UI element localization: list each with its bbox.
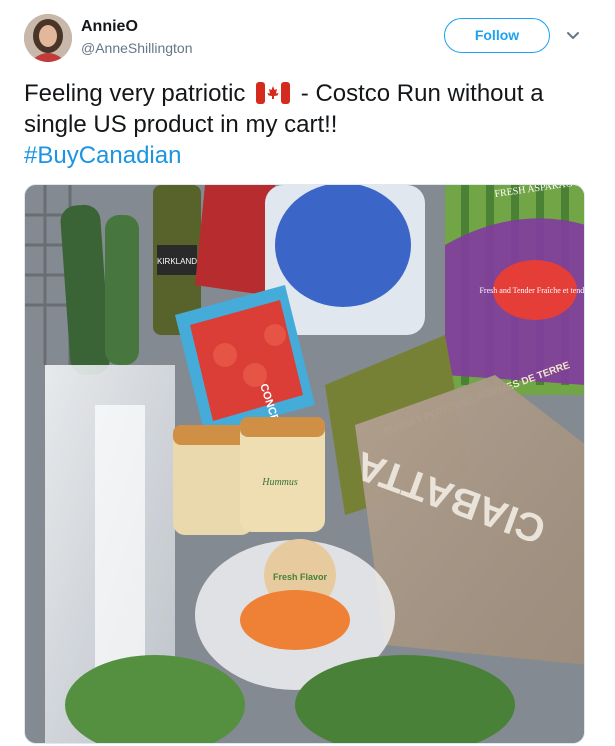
canada-flag-icon (256, 81, 291, 104)
follow-button[interactable]: Follow (444, 18, 550, 53)
user-name-block[interactable]: AnnieO @AnneShillington (81, 17, 193, 58)
tweet-header: AnnieO @AnneShillington Follow (0, 0, 615, 70)
user-handle[interactable]: @AnneShillington (81, 38, 193, 58)
tweet-text: Feeling very patriotic - Costco Run with… (24, 78, 594, 171)
avatar[interactable] (24, 14, 72, 62)
hashtag-link[interactable]: #BuyCanadian (24, 142, 181, 169)
chevron-down-icon[interactable] (564, 27, 582, 45)
tweet-photo[interactable]: KIRKLAND FRESH ASPARAGUS ASPERGES FRAICH… (24, 184, 585, 744)
tweet-text-part-1: Feeling very patriotic (24, 80, 246, 107)
display-name[interactable]: AnnieO (81, 17, 193, 37)
